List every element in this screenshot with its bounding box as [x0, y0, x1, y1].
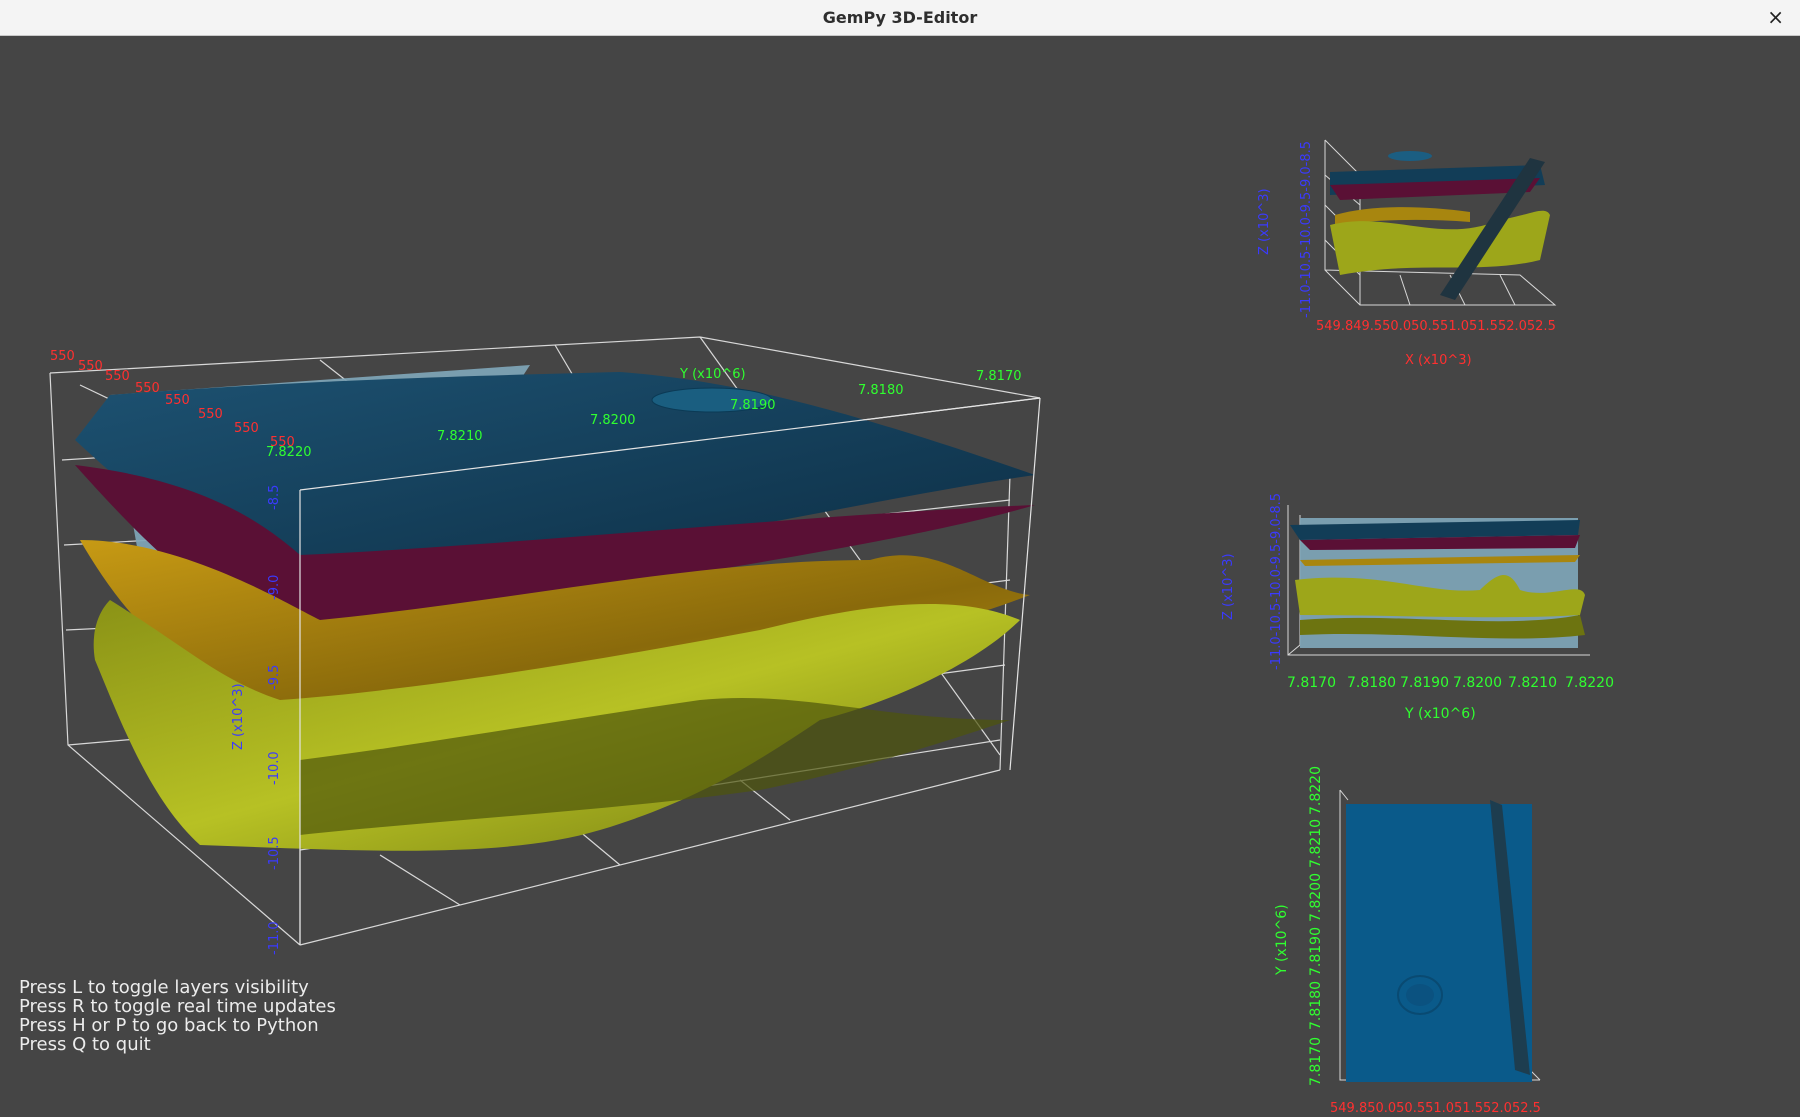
main-x-tick: 550: [135, 381, 160, 396]
main-x-tick: 550: [105, 369, 130, 384]
xy-depression-core: [1406, 984, 1434, 1006]
yz-y-tick: 7.8210: [1508, 675, 1557, 691]
xy-y-tick: 7.8210: [1308, 819, 1324, 868]
xz-x-axis-label: X (x10^3): [1405, 353, 1472, 368]
xy-y-tick: 7.8180: [1308, 981, 1324, 1030]
main-z-tick: -11.0: [267, 921, 282, 955]
yz-z-axis-label: Z (x10^3): [1221, 553, 1236, 620]
yz-y-tick: 7.8200: [1453, 675, 1502, 691]
xy-y-ticks: 7.8170 7.8180 7.8190 7.8200 7.8210 7.822…: [1308, 766, 1324, 1086]
yz-view[interactable]: 7.8170 7.8180 7.8190 7.8200 7.8210 7.822…: [1221, 493, 1614, 722]
main-y-tick: 7.8190: [730, 398, 776, 413]
xy-y-tick: 7.8190: [1308, 927, 1324, 976]
main-x-tick: 550: [234, 421, 259, 436]
main-z-tick: -8.5: [267, 485, 282, 510]
main-y-tick: 7.8180: [858, 383, 904, 398]
main-z-tick: -10.0: [267, 751, 282, 785]
main-x-tick: 550: [165, 393, 190, 408]
yz-y-ticks: 7.8170 7.8180 7.8190 7.8200 7.8210 7.822…: [1287, 675, 1614, 691]
yz-y-tick: 7.8190: [1400, 675, 1449, 691]
main-y-tick: 7.8170: [976, 369, 1022, 384]
help-overlay: Press L to toggle layers visibility Pres…: [19, 978, 336, 1054]
xy-y-tick: 7.8220: [1308, 766, 1324, 815]
main-y-tick: 7.8220: [266, 445, 312, 460]
yz-y-tick: 7.8220: [1565, 675, 1614, 691]
xy-y-tick: 7.8200: [1308, 873, 1324, 922]
window-title: GemPy 3D-Editor: [822, 8, 978, 27]
yz-y-axis-label: Y (x10^6): [1404, 706, 1476, 722]
main-y-axis-label: Y (x10^6): [679, 367, 746, 382]
main-z-tick: -9.0: [267, 575, 282, 600]
main-x-tick: 550: [78, 359, 103, 374]
xz-x-ticks: 549.849.550.050.551.051.552.052.5: [1316, 319, 1556, 334]
yz-y-tick: 7.8180: [1347, 675, 1396, 691]
main-z-tick: -10.5: [267, 836, 282, 870]
xy-y-axis-label: Y (x10^6): [1274, 904, 1290, 976]
help-line-layers: Press L to toggle layers visibility: [19, 977, 309, 998]
xz-view[interactable]: 549.849.550.050.551.051.552.052.5 X (x10…: [1257, 139, 1557, 368]
scene-canvas[interactable]: 550 550 550 550 550 550 550 550 7.8220 7…: [0, 36, 1800, 1117]
main-x-tick: 550: [198, 407, 223, 422]
title-bar: GemPy 3D-Editor ×: [0, 0, 1800, 36]
help-line-python: Press H or P to go back to Python: [19, 1015, 319, 1036]
main-y-tick: 7.8200: [590, 413, 636, 428]
main-x-tick: 550: [50, 349, 75, 364]
3d-viewport[interactable]: 550 550 550 550 550 550 550 550 7.8220 7…: [0, 36, 1800, 1117]
main-z-tick: -9.5: [267, 665, 282, 690]
yz-z-ticks: -11.0-10.5-10.0-9.5-9.0-8.5: [1269, 493, 1284, 670]
main-y-tick: 7.8210: [437, 429, 483, 444]
xy-x-ticks: 549.850.050.551.051.552.052.5: [1330, 1101, 1541, 1116]
main-z-axis-label: Z (x10^3): [231, 683, 246, 750]
close-icon[interactable]: ×: [1767, 5, 1784, 29]
help-line-quit: Press Q to quit: [19, 1034, 151, 1055]
xy-view[interactable]: 7.8170 7.8180 7.8190 7.8200 7.8210 7.822…: [1274, 766, 1541, 1116]
yz-y-tick: 7.8170: [1287, 675, 1336, 691]
help-line-realtime: Press R to toggle real time updates: [19, 996, 336, 1017]
xy-y-tick: 7.8170: [1308, 1037, 1324, 1086]
xz-depression: [1388, 151, 1432, 161]
main-3d-view[interactable]: 550 550 550 550 550 550 550 550 7.8220 7…: [49, 336, 1041, 955]
xz-z-ticks: -11.0-10.5-10.0-9.5-9.0-8.5: [1299, 141, 1314, 318]
xz-z-axis-label: Z (x10^3): [1257, 188, 1272, 255]
